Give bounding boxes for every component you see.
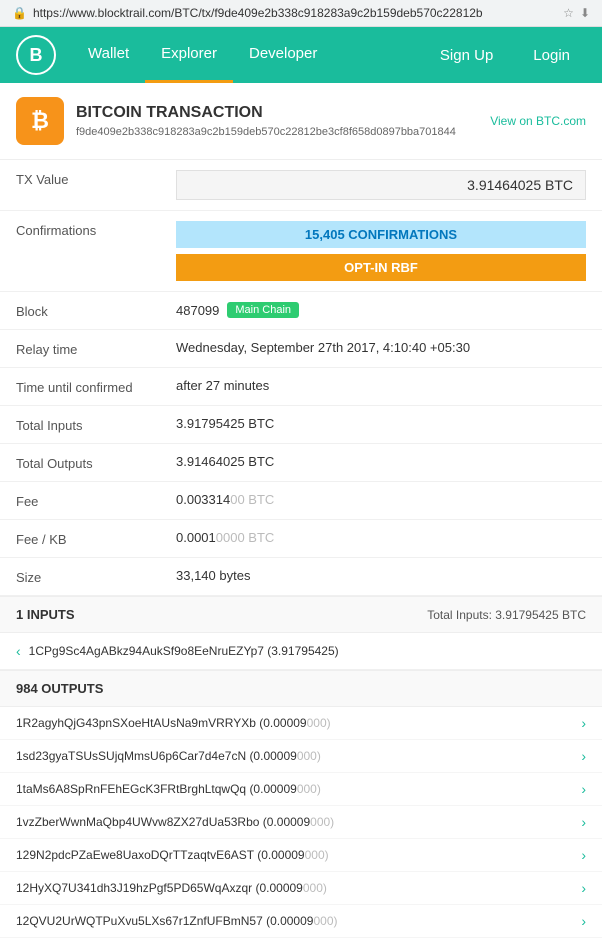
output-addr-3: 1vzZberWwnMaQbp4UWvw8ZX27dUa53Rbo (0.000…	[16, 815, 334, 829]
output-addr-2: 1taMs6A8SpRnFEhEGcK3FRtBrghLtqwQq (0.000…	[16, 782, 321, 796]
chevron-right-icon-1: ›	[581, 748, 586, 764]
fee-kb-value: 0.00010000 BTC	[176, 530, 586, 545]
nav-right: Sign Up Login	[424, 39, 586, 72]
block-value: 487099 Main Chain	[176, 302, 586, 318]
size-row: Size 33,140 bytes	[0, 558, 602, 596]
nav-login[interactable]: Login	[517, 39, 586, 72]
output-addr-4: 129N2pdcPZaEwe8UaxoDQrTTzaqtvE6AST (0.00…	[16, 848, 329, 862]
star-icon[interactable]: ☆	[563, 6, 574, 20]
output-item-3[interactable]: 1vzZberWwnMaQbp4UWvw8ZX27dUa53Rbo (0.000…	[0, 806, 602, 839]
total-outputs-label: Total Outputs	[16, 454, 176, 471]
fee-kb-row: Fee / KB 0.00010000 BTC	[0, 520, 602, 558]
chevron-right-icon-0: ›	[581, 715, 586, 731]
output-addr-1: 1sd23gyaTSUsSUjqMmsU6p6Car7d4e7cN (0.000…	[16, 749, 321, 763]
time-value: after 27 minutes	[176, 378, 586, 393]
output-item-6[interactable]: 12QVU2UrWQTPuXvu5LXs67r1ZnfUFBmN57 (0.00…	[0, 905, 602, 938]
fee-val: 0.003314	[176, 492, 230, 507]
nav-signup[interactable]: Sign Up	[424, 39, 509, 72]
time-label: Time until confirmed	[16, 378, 176, 395]
fee-kb-val: 0.0001	[176, 530, 216, 545]
confirmations-label: Confirmations	[16, 221, 176, 238]
output-addr-6: 12QVU2UrWQTPuXvu5LXs67r1ZnfUFBmN57 (0.00…	[16, 914, 338, 928]
tx-header-left: ₿ BITCOIN TRANSACTION f9de409e2b338c9182…	[16, 97, 456, 145]
output-item-1[interactable]: 1sd23gyaTSUsSUjqMmsU6p6Car7d4e7cN (0.000…	[0, 740, 602, 773]
tx-title: BITCOIN TRANSACTION	[76, 104, 456, 122]
output-item-4[interactable]: 129N2pdcPZaEwe8UaxoDQrTTzaqtvE6AST (0.00…	[0, 839, 602, 872]
output-item-0[interactable]: 1R2agyhQjG43pnSXoeHtAUsNa9mVRRYXb (0.000…	[0, 707, 602, 740]
lock-icon: 🔒	[12, 6, 27, 20]
main-chain-badge: Main Chain	[227, 302, 299, 318]
relay-row: Relay time Wednesday, September 27th 201…	[0, 330, 602, 368]
outputs-title: 984 OUTPUTS	[16, 681, 103, 696]
details-table: TX Value 3.91464025 BTC Confirmations 15…	[0, 160, 602, 596]
tx-value-row: TX Value 3.91464025 BTC	[0, 160, 602, 211]
rbf-box: OPT-IN RBF	[176, 254, 586, 281]
input-item-0[interactable]: ‹ 1CPg9Sc4AgABkz94AukSf9o8EeNruEZYp7 (3.…	[0, 633, 602, 670]
chevron-right-icon-3: ›	[581, 814, 586, 830]
fee-kb-fade: 0000 BTC	[216, 530, 275, 545]
chevron-right-icon-2: ›	[581, 781, 586, 797]
nav-wallet[interactable]: Wallet	[72, 27, 145, 83]
logo[interactable]: B	[16, 35, 56, 75]
tx-hash: f9de409e2b338c918283a9c2b159deb570c22812…	[76, 126, 456, 138]
tx-value-box: 3.91464025 BTC	[176, 170, 586, 200]
nav-developer[interactable]: Developer	[233, 27, 333, 83]
fee-kb-label: Fee / KB	[16, 530, 176, 547]
outputs-section-header: 984 OUTPUTS	[0, 670, 602, 707]
confirmations-row: Confirmations 15,405 CONFIRMATIONS OPT-I…	[0, 211, 602, 292]
inputs-title: 1 INPUTS	[16, 607, 75, 622]
confirmations-box: 15,405 CONFIRMATIONS	[176, 221, 586, 248]
url-text: https://www.blocktrail.com/BTC/tx/f9de40…	[33, 6, 483, 20]
confirmations-value: 15,405 CONFIRMATIONS OPT-IN RBF	[176, 221, 586, 281]
size-label: Size	[16, 568, 176, 585]
total-inputs-label: Total Inputs	[16, 416, 176, 433]
fee-value: 0.00331400 BTC	[176, 492, 586, 507]
output-addr-5: 12HyXQ7U341dh3J19hzPgf5PD65WqAxzqr (0.00…	[16, 881, 327, 895]
output-addr-0: 1R2agyhQjG43pnSXoeHtAUsNa9mVRRYXb (0.000…	[16, 716, 331, 730]
chevron-right-icon-4: ›	[581, 847, 586, 863]
main-content: ₿ BITCOIN TRANSACTION f9de409e2b338c9182…	[0, 83, 602, 938]
total-outputs-value: 3.91464025 BTC	[176, 454, 586, 469]
chevron-right-icon-6: ›	[581, 913, 586, 929]
inputs-section-header: 1 INPUTS Total Inputs: 3.91795425 BTC	[0, 596, 602, 633]
time-row: Time until confirmed after 27 minutes	[0, 368, 602, 406]
total-inputs-row: Total Inputs 3.91795425 BTC	[0, 406, 602, 444]
view-on-btc[interactable]: View on BTC.com	[490, 114, 586, 128]
tx-value-value: 3.91464025 BTC	[176, 170, 586, 200]
nav-links: Wallet Explorer Developer	[72, 27, 424, 83]
total-inputs-value: 3.91795425 BTC	[176, 416, 586, 431]
navbar: B Wallet Explorer Developer Sign Up Logi…	[0, 27, 602, 83]
tx-header: ₿ BITCOIN TRANSACTION f9de409e2b338c9182…	[0, 83, 602, 160]
total-outputs-row: Total Outputs 3.91464025 BTC	[0, 444, 602, 482]
block-row: Block 487099 Main Chain	[0, 292, 602, 330]
output-item-2[interactable]: 1taMs6A8SpRnFEhEGcK3FRtBrghLtqwQq (0.000…	[0, 773, 602, 806]
fee-fade: 00 BTC	[230, 492, 274, 507]
inputs-total: Total Inputs: 3.91795425 BTC	[427, 608, 586, 622]
block-label: Block	[16, 302, 176, 319]
fee-row: Fee 0.00331400 BTC	[0, 482, 602, 520]
fee-label: Fee	[16, 492, 176, 509]
nav-explorer[interactable]: Explorer	[145, 27, 233, 83]
input-address-0: 1CPg9Sc4AgABkz94AukSf9o8EeNruEZYp7 (3.91…	[29, 644, 339, 658]
chevron-left-icon: ‹	[16, 643, 21, 659]
btc-icon: ₿	[16, 97, 64, 145]
relay-value: Wednesday, September 27th 2017, 4:10:40 …	[176, 340, 586, 355]
size-value: 33,140 bytes	[176, 568, 586, 583]
output-item-5[interactable]: 12HyXQ7U341dh3J19hzPgf5PD65WqAxzqr (0.00…	[0, 872, 602, 905]
tx-info: BITCOIN TRANSACTION f9de409e2b338c918283…	[76, 104, 456, 138]
tx-value-label: TX Value	[16, 170, 176, 187]
block-number: 487099	[176, 303, 219, 318]
relay-label: Relay time	[16, 340, 176, 357]
chevron-right-icon-5: ›	[581, 880, 586, 896]
download-icon[interactable]: ⬇	[580, 6, 590, 20]
url-bar: 🔒 https://www.blocktrail.com/BTC/tx/f9de…	[0, 0, 602, 27]
outputs-list: 1R2agyhQjG43pnSXoeHtAUsNa9mVRRYXb (0.000…	[0, 707, 602, 938]
